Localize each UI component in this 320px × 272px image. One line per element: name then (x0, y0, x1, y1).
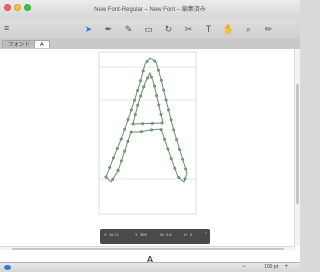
tab-glyph-a[interactable]: A (34, 40, 50, 48)
zoom-tool-icon[interactable]: ⌕ (240, 21, 257, 37)
path-node[interactable] (175, 138, 179, 142)
w-label: W (160, 232, 164, 237)
path-node[interactable] (139, 130, 143, 134)
path-node[interactable] (173, 166, 177, 170)
vertical-scrollbar[interactable] (294, 49, 300, 246)
h-value[interactable]: 0 (190, 232, 192, 237)
text-tool-icon[interactable]: T (200, 21, 217, 37)
sidebar-toggle-icon[interactable]: ≡ (4, 23, 9, 33)
path-node[interactable] (181, 157, 185, 161)
path-node[interactable] (123, 127, 127, 131)
path-node[interactable] (166, 147, 170, 151)
hand-tool-icon[interactable]: ✋ (220, 21, 237, 37)
path-node[interactable] (136, 103, 140, 107)
y-value[interactable]: 359 (140, 232, 147, 237)
path-node[interactable] (145, 59, 149, 63)
rotate-tool-icon[interactable]: ↻ (160, 21, 177, 37)
zoom-in-button[interactable]: + (284, 264, 288, 270)
path-node[interactable] (172, 128, 176, 132)
path-node[interactable] (142, 85, 146, 89)
path-node[interactable] (104, 175, 108, 179)
pencil-tool-icon[interactable]: ✏ (260, 21, 277, 37)
glyph-counter-contour[interactable] (132, 71, 164, 125)
path-node[interactable] (150, 121, 154, 125)
select-tool-icon[interactable]: ➤ (80, 21, 97, 37)
path-node[interactable] (119, 137, 123, 141)
path-node[interactable] (146, 76, 150, 80)
cut-tool-icon[interactable]: ✂ (180, 21, 197, 37)
path-node[interactable] (155, 94, 159, 98)
glyph-preview-bar: A (0, 250, 300, 266)
zoom-level[interactable]: 100 pt (264, 264, 278, 270)
coordinates-panel: X 16.71 Y 359 W 2.6 H 0 × (100, 229, 210, 244)
x-label: X (104, 232, 107, 237)
rectangle-tool-icon[interactable]: ▭ (140, 21, 157, 37)
path-node[interactable] (159, 112, 163, 116)
path-node[interactable] (141, 122, 145, 126)
path-node[interactable] (136, 89, 140, 93)
vertical-scroll-thumb[interactable] (296, 84, 299, 204)
path-node[interactable] (133, 113, 137, 117)
path-node[interactable] (139, 94, 143, 98)
path-node[interactable] (183, 177, 187, 181)
path-node[interactable] (152, 84, 156, 88)
path-node[interactable] (111, 177, 115, 181)
path-node[interactable] (116, 169, 120, 173)
toolbar: ≡ ➤ ✒ ✎ ▭ ↻ ✂ T ✋ ⌕ ✏ (0, 19, 300, 40)
path-node[interactable] (169, 157, 173, 161)
glyph-outer-contour[interactable] (105, 57, 188, 183)
path-node[interactable] (131, 122, 135, 126)
path-nodes[interactable] (104, 59, 188, 181)
path-node[interactable] (178, 147, 182, 151)
eraser-tool-icon[interactable]: ✎ (120, 21, 137, 37)
preview-eye-icon[interactable] (4, 265, 11, 270)
h-label: H (184, 232, 187, 237)
glyph-editor-svg[interactable] (0, 49, 295, 246)
path-node[interactable] (163, 137, 167, 141)
path-node[interactable] (159, 78, 163, 82)
path-node[interactable] (156, 68, 160, 72)
glyph-bounds-box (98, 51, 197, 215)
tool-palette: ➤ ✒ ✎ ▭ ↻ ✂ T ✋ ⌕ ✏ (80, 21, 277, 37)
font-editor-window: New Font-Regular – New Font – 編集済み ≡ ➤ ✒ ✎… (0, 0, 300, 272)
path-node[interactable] (159, 128, 163, 132)
path-node[interactable] (108, 165, 112, 169)
status-bar: − 100 pt + (0, 262, 300, 272)
close-panel-icon[interactable]: × (205, 230, 207, 235)
x-value[interactable]: 16.71 (109, 232, 119, 237)
path-node[interactable] (167, 108, 171, 112)
y-label: Y (135, 232, 138, 237)
path-node[interactable] (132, 98, 136, 102)
zoom-out-button[interactable]: − (242, 264, 246, 270)
path-node[interactable] (111, 156, 115, 160)
path-node[interactable] (126, 139, 130, 143)
window-title: New Font-Regular – New Font – 編集済み (94, 7, 206, 13)
path-node[interactable] (115, 146, 119, 150)
path-node[interactable] (153, 59, 157, 63)
path-node[interactable] (184, 167, 188, 171)
path-node[interactable] (149, 128, 153, 132)
path-node[interactable] (123, 149, 127, 153)
path-node[interactable] (139, 79, 143, 83)
path-node[interactable] (129, 108, 133, 112)
path-node[interactable] (129, 130, 133, 134)
path-node[interactable] (126, 118, 130, 122)
path-node[interactable] (164, 98, 168, 102)
glyph-edit-canvas[interactable] (0, 49, 295, 246)
path-node[interactable] (162, 88, 166, 92)
pen-tool-icon[interactable]: ✒ (100, 21, 117, 37)
path-node[interactable] (169, 118, 173, 122)
path-node[interactable] (149, 75, 153, 79)
path-node[interactable] (141, 69, 145, 73)
path-node[interactable] (177, 176, 181, 180)
title-bar: New Font-Regular – New Font – 編集済み (0, 0, 300, 20)
path-node[interactable] (119, 159, 123, 163)
path-node[interactable] (157, 103, 161, 107)
tab-font[interactable]: フォント (2, 40, 37, 48)
path-node[interactable] (160, 121, 164, 125)
w-value[interactable]: 2.6 (166, 232, 172, 237)
